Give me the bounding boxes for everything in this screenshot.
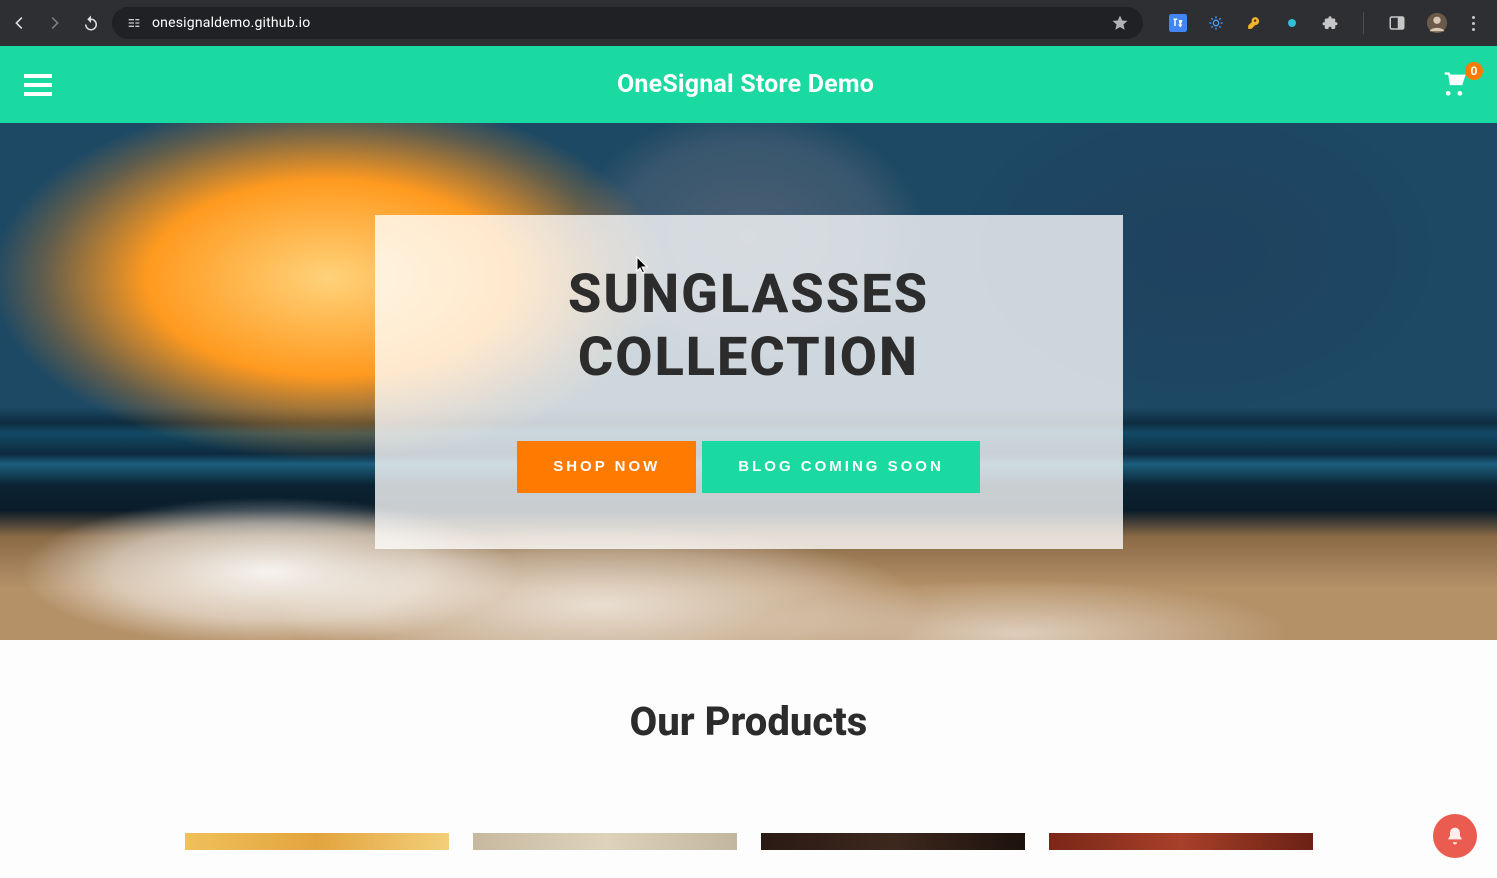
ext-key-icon[interactable]	[1245, 14, 1263, 32]
browser-menu-icon[interactable]	[1468, 16, 1479, 31]
address-bar[interactable]: onesignaldemo.github.io	[112, 7, 1143, 39]
ext-dot-icon[interactable]	[1283, 14, 1301, 32]
notification-bell-fab[interactable]	[1433, 814, 1477, 858]
ext-gear-icon[interactable]	[1207, 14, 1225, 32]
reload-icon[interactable]	[82, 14, 100, 32]
products-section: Our Products	[0, 640, 1497, 850]
menu-hamburger-icon[interactable]	[24, 74, 52, 96]
extension-icons	[1155, 12, 1487, 34]
site-settings-icon[interactable]	[126, 15, 142, 31]
url-text: onesignaldemo.github.io	[152, 15, 1101, 31]
extensions-puzzle-icon[interactable]	[1321, 14, 1339, 32]
hero-card: SUNGLASSES COLLECTION SHOP NOW BLOG COMI…	[375, 215, 1123, 549]
products-grid	[185, 833, 1313, 850]
hero-button-row: SHOP NOW BLOG COMING SOON	[415, 441, 1083, 493]
translate-ext-icon[interactable]	[1169, 14, 1187, 32]
hero-title: SUNGLASSES COLLECTION	[415, 263, 1083, 389]
hero-section: SUNGLASSES COLLECTION SHOP NOW BLOG COMI…	[0, 123, 1497, 640]
product-card[interactable]	[761, 833, 1025, 850]
side-panel-icon[interactable]	[1388, 14, 1406, 32]
blog-button[interactable]: BLOG COMING SOON	[702, 441, 980, 493]
nav-button-group	[10, 14, 100, 32]
toolbar-divider	[1363, 12, 1364, 34]
product-card[interactable]	[473, 833, 737, 850]
browser-toolbar: onesignaldemo.github.io	[0, 0, 1497, 46]
product-card[interactable]	[185, 833, 449, 850]
cart-count-badge: 0	[1465, 62, 1483, 80]
forward-icon[interactable]	[46, 14, 64, 32]
cart-button[interactable]: 0	[1439, 70, 1473, 100]
profile-avatar-icon[interactable]	[1426, 12, 1448, 34]
bookmark-star-icon[interactable]	[1111, 14, 1129, 32]
site-header: OneSignal Store Demo 0	[0, 46, 1497, 123]
product-card[interactable]	[1049, 833, 1313, 850]
back-icon[interactable]	[10, 14, 28, 32]
shop-now-button[interactable]: SHOP NOW	[517, 441, 696, 493]
products-title: Our Products	[0, 698, 1497, 745]
site-title: OneSignal Store Demo	[617, 70, 874, 99]
